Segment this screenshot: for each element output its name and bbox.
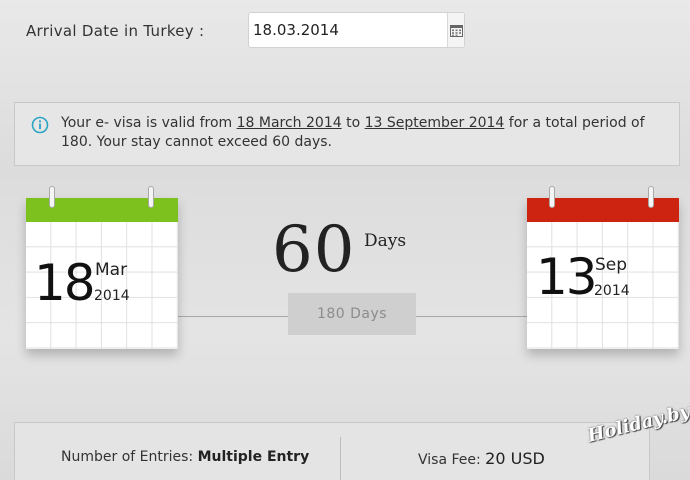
validity-start-link[interactable]: 18 March 2014	[237, 115, 342, 131]
start-date-calendar: 18 Mar 2014	[26, 186, 178, 349]
start-day: 18	[34, 254, 96, 312]
timeline-line-right	[416, 316, 527, 317]
summary-divider	[340, 437, 341, 480]
timeline-line-left	[178, 316, 288, 317]
start-year: 2014	[94, 288, 130, 304]
calendar-icon	[449, 24, 463, 37]
calendar-ring	[49, 186, 55, 208]
number-of-entries: Number of Entries: Multiple Entry	[61, 449, 309, 465]
validity-text: Your e- visa is valid from	[61, 115, 237, 131]
fee-label: Visa Fee:	[418, 452, 486, 468]
entries-label: Number of Entries:	[61, 449, 198, 465]
calendar-button[interactable]	[447, 13, 464, 47]
stay-duration-number: 60	[272, 213, 356, 287]
arrival-date-field[interactable]	[248, 12, 465, 48]
visa-validity-notice: Your e- visa is valid from 18 March 2014…	[14, 102, 680, 166]
total-period-badge: 180 Days	[288, 293, 416, 335]
end-month: Sep	[595, 255, 628, 275]
stay-duration-unit: Days	[364, 231, 407, 251]
validity-text-to: to	[341, 115, 365, 131]
visa-fee: Visa Fee: 20 USD	[418, 449, 545, 468]
visa-summary-box: Number of Entries: Multiple Entry Visa F…	[14, 422, 650, 480]
arrival-date-label: Arrival Date in Turkey :	[26, 22, 205, 40]
calendar-ring	[549, 186, 555, 208]
validity-end-link[interactable]: 13 September 2014	[365, 115, 505, 131]
info-icon	[31, 116, 49, 134]
calendar-ring	[648, 186, 654, 208]
arrival-date-input[interactable]	[249, 13, 447, 47]
end-date-calendar: 13 Sep 2014	[527, 186, 679, 349]
start-month: Mar	[95, 260, 128, 280]
calendar-ring	[148, 186, 154, 208]
fee-value: 20 USD	[485, 449, 545, 468]
entries-value: Multiple Entry	[197, 449, 310, 465]
end-year: 2014	[594, 283, 630, 299]
end-day: 13	[536, 248, 598, 306]
